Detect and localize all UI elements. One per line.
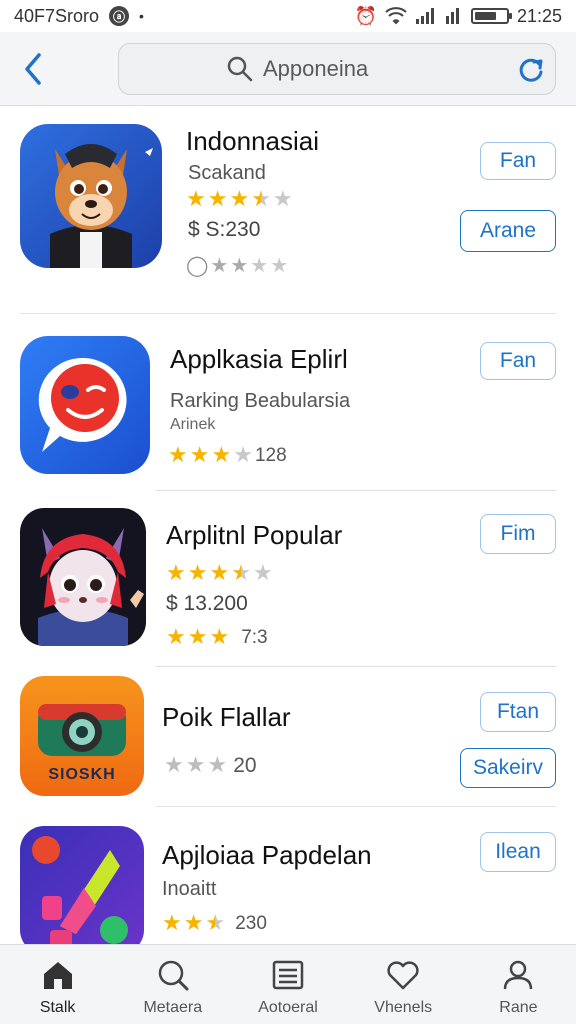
chat-face-icon [20, 336, 150, 474]
rating-stars-2: ★ ★ ★ 7:3 [166, 624, 268, 649]
rating-count: 128 [254, 444, 287, 466]
notification-icon: ⓐ [109, 6, 130, 26]
tab-label: Rane [499, 999, 538, 1016]
status-bar: 40F7Sroro ⓐ • ⏰ 21:25 [0, 0, 576, 32]
list-item[interactable]: Indonnasiai Scakand ★ ★ ★ ★ ★ $ S:230 ◯ ★ ★ ★ ★… [0, 106, 576, 314]
list-item[interactable]: Arplitnl Popular ★ ★ ★ ★ ★ $ 13.200 ★ ★ ★ 7:3 … [0, 490, 576, 667]
dot-icon: • [139, 8, 144, 24]
list-item[interactable]: SIOSKH Poik Flallar ★ ★ ★ 20 Ftan Sakeirv [0, 666, 576, 807]
app-title[interactable]: Applkasia Eplirl [170, 344, 348, 375]
app-title[interactable]: Arplitnl Popular [166, 520, 342, 551]
icon-label: SIOSKH [48, 766, 116, 783]
app-subtitle: Scakand [188, 162, 266, 184]
rating-stars: ★ ★ ★ ★ ★ [186, 186, 293, 211]
refresh-icon [519, 58, 543, 82]
tab-label: Aotoeral [258, 999, 318, 1016]
signal-icon [415, 8, 434, 24]
ftan-button[interactable]: Ftan [480, 692, 556, 732]
nav-bar: Apponeina [0, 32, 576, 106]
rocket-game-icon [20, 826, 144, 944]
tab-label: Vhenels [374, 999, 433, 1016]
tab-stalk[interactable]: Stalk [0, 945, 115, 1024]
wifi-icon [385, 7, 407, 25]
secondary-rating: ◯ ★ ★ ★ ★ [186, 255, 289, 277]
tab-metaera[interactable]: Metaera [115, 945, 230, 1024]
search-text: Apponeina [263, 56, 369, 81]
profile-icon [504, 960, 533, 990]
projector-icon: SIOSKH [20, 676, 144, 796]
search-input[interactable]: Apponeina [118, 43, 556, 95]
signal-icon-2 [445, 8, 459, 24]
app-subtitle: Rarking Beabularsia [170, 390, 351, 412]
battery-icon [470, 8, 512, 24]
rating-count: 20 [233, 753, 257, 777]
tab-aotoeral[interactable]: Aotoeral [230, 945, 345, 1024]
ilean-button[interactable]: Ilean [480, 832, 556, 872]
search-icon [158, 960, 189, 991]
rating-count: 230 [235, 912, 267, 934]
tab-rane[interactable]: Rane [461, 945, 576, 1024]
fan-button[interactable]: Fan [480, 142, 556, 180]
rating-stars: ★ ★ ★ ★ 128 [168, 442, 287, 467]
tab-label: Stalk [39, 999, 76, 1016]
alarm-icon: ⏰ [354, 5, 377, 26]
wolf-mascot-icon [20, 124, 162, 268]
fan-button[interactable]: Fan [480, 342, 556, 380]
refresh-button[interactable] [517, 56, 545, 84]
circle-icon: ◯ [186, 255, 209, 277]
rating-stars: ★ ★ ★ 230 [162, 910, 267, 935]
sakeirv-button[interactable]: Sakeirv [460, 748, 556, 788]
clock-text: 21:25 [516, 5, 562, 26]
tab-vhenels[interactable]: Vhenels [346, 945, 461, 1024]
chevron-left-icon [25, 52, 41, 85]
fox-girl-icon [20, 508, 146, 646]
carrier-label: 40F7Sroro [14, 5, 100, 26]
search-icon [227, 56, 253, 82]
app-title[interactable]: Apjloiaa Papdelan [162, 840, 372, 871]
fim-button[interactable]: Fim [480, 514, 556, 554]
list-item[interactable]: Apjloiaa Papdelan Inoaitt ★ ★ ★ 230 Ilean [0, 806, 576, 944]
back-button[interactable] [18, 49, 48, 89]
tab-bar: Stalk Metaera Aotoeral Vhenels Rane [0, 944, 576, 1024]
arane-button[interactable]: Arane [460, 210, 556, 252]
app-price: $ S:230 [188, 218, 261, 241]
rating-stars: ★ ★ ★ ★ ★ [166, 560, 273, 585]
list-item[interactable]: Applkasia Eplirl Rarking Beabularsia Ari… [0, 314, 576, 491]
heart-icon [387, 961, 419, 990]
app-title[interactable]: Indonnasiai [186, 126, 319, 157]
list-icon [272, 960, 304, 990]
app-price: $ 13.200 [166, 592, 248, 615]
app-title[interactable]: Poik Flallar [162, 702, 291, 733]
app-list: Indonnasiai Scakand ★ ★ ★ ★ ★ $ S:230 ◯ ★ ★ ★ ★… [0, 106, 576, 944]
rating-stars: ★ ★ ★ 20 [164, 752, 257, 777]
app-subtitle: Inoaitt [162, 878, 217, 900]
home-icon [43, 962, 72, 989]
tab-label: Metaera [143, 999, 203, 1016]
rating-count: 7:3 [241, 626, 268, 648]
app-subtitle-2: Arinek [170, 416, 216, 433]
